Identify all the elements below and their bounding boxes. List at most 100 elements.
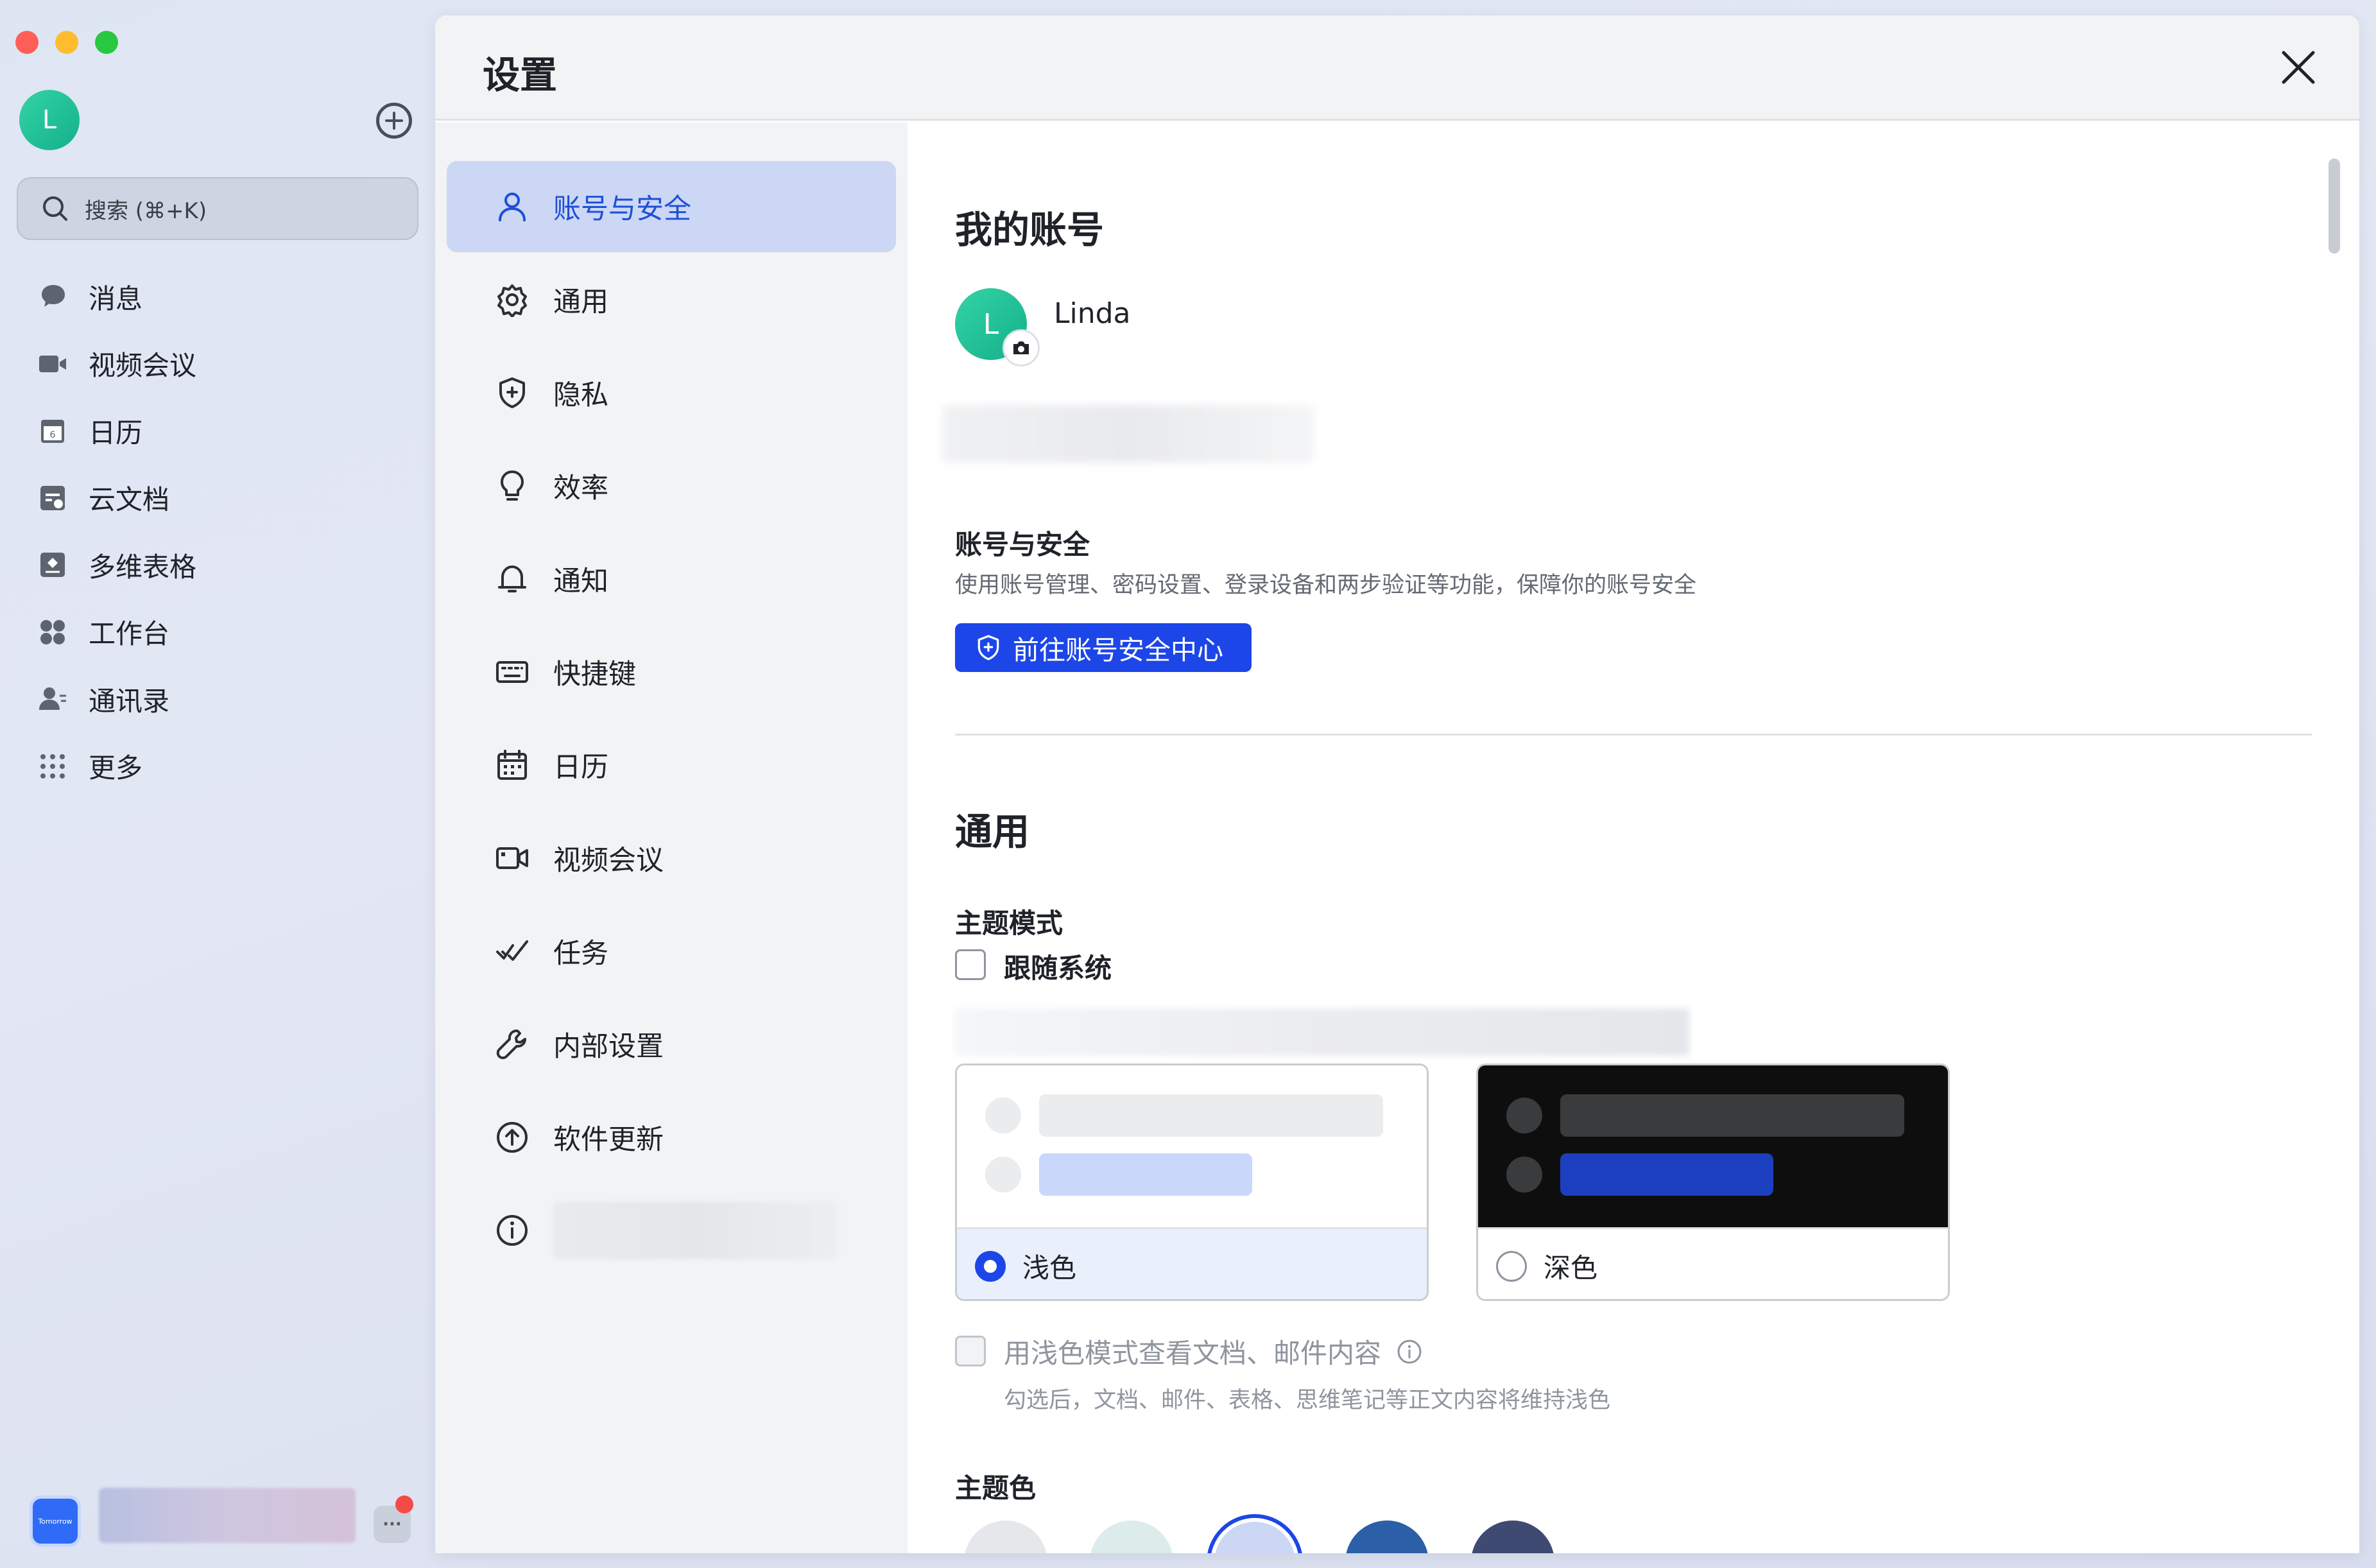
light-docs-checkbox[interactable] [955,1336,986,1366]
follow-system-checkbox[interactable] [955,949,986,980]
window-zoom-button[interactable] [95,31,118,54]
avatar[interactable]: L [19,90,80,150]
sidebar-item-label: 日历 [89,417,143,449]
sidebar-item-label: 多维表格 [89,551,197,583]
preview-bar [1039,1153,1252,1196]
tab-label: 软件更新 [553,1124,664,1156]
sidebar-item-label: 更多 [89,752,143,784]
sidebar-item-contacts[interactable]: 通讯录 [0,666,435,733]
info-icon[interactable] [1397,1339,1422,1365]
dark-theme-radio[interactable] [1496,1250,1527,1282]
tab-video-meeting[interactable]: 视频会议 [447,813,896,904]
theme-color-swatch-selected[interactable] [1207,1514,1303,1553]
light-docs-hint: 勾选后，文档、邮件、表格、思维笔记等正文内容将维持浅色 [1004,1388,1611,1413]
tab-efficiency[interactable]: 效率 [447,440,896,531]
sidebar-item-label: 消息 [89,282,143,314]
tab-general[interactable]: 通用 [447,254,896,345]
window-minimize-button[interactable] [55,31,78,54]
page-title: 设置 [483,53,558,97]
sidebar-item-video-meeting[interactable]: 视频会议 [0,331,435,398]
shield-icon [977,635,999,660]
theme-color-swatch[interactable] [1471,1521,1554,1553]
blurred-content [553,1202,838,1259]
light-docs-option: 用浅色模式查看文档、邮件内容 [1004,1332,1422,1371]
theme-option-dark[interactable]: 深色 [1476,1064,1950,1301]
tab-tasks[interactable]: 任务 [447,906,896,997]
plus-icon [385,112,403,130]
notification-dot [395,1495,413,1513]
theme-color-swatch[interactable] [964,1521,1047,1553]
preview-bar [1560,1153,1773,1196]
chat-bubble-icon [36,280,69,313]
sidebar-item-messages[interactable]: 消息 [0,263,435,331]
camera-icon [1013,341,1029,354]
security-center-label: 前往账号安全中心 [1013,635,1223,666]
theme-footer: 深色 [1478,1227,1948,1299]
tab-privacy[interactable]: 隐私 [447,347,896,438]
search-input[interactable]: 搜索 (⌘+K) [17,177,418,240]
sidebar-item-calendar[interactable]: 6 日历 [0,397,435,465]
video-camera-icon [493,839,531,877]
section-heading-my-account: 我的账号 [955,208,1105,252]
search-placeholder: 搜索 (⌘+K) [85,198,207,224]
info-icon [493,1211,531,1250]
close-icon [2282,51,2315,84]
tab-account-security[interactable]: 账号与安全 [447,161,896,252]
preview-bar [1039,1094,1383,1137]
upload-arrow-icon [493,1118,531,1157]
tab-notifications[interactable]: 通知 [447,533,896,625]
sidebar-item-label: 云文档 [89,484,170,516]
tab-label: 账号与安全 [553,193,691,225]
theme-mode-title: 主题模式 [955,908,1063,939]
theme-color-swatch[interactable] [1345,1521,1429,1553]
sidebar-item-more[interactable]: 更多 [0,733,435,800]
theme-color-swatch[interactable] [1090,1521,1173,1553]
tab-label: 内部设置 [553,1031,664,1063]
theme-color-title: 主题色 [955,1472,1037,1504]
search-icon [43,196,67,221]
sidebar-item-base[interactable]: 多维表格 [0,531,435,599]
calendar-icon [493,746,531,784]
tab-label: 日历 [553,752,608,784]
user-icon [493,187,531,226]
scrollbar[interactable] [2329,159,2340,254]
light-theme-radio[interactable] [975,1250,1006,1282]
shield-icon [493,374,531,412]
wrench-icon [493,1025,531,1064]
tab-about[interactable] [447,1185,896,1276]
video-camera-icon [36,347,69,381]
tab-label: 效率 [553,472,608,504]
tab-shortcuts[interactable]: 快捷键 [447,626,896,718]
theme-option-light[interactable]: 浅色 [955,1064,1429,1301]
blurred-content [942,405,1314,463]
more-grid-icon [36,750,69,783]
svg-text:6: 6 [50,430,56,440]
close-button[interactable] [2277,46,2320,89]
tomorrow-app-badge[interactable]: Tomorrow [30,1495,81,1547]
profile-name: Linda [1054,297,1131,330]
sidebar-bottom-bar: Tomorrow ··· [0,1476,435,1560]
window-close-button[interactable] [15,31,39,54]
security-center-button[interactable]: 前往账号安全中心 [955,623,1252,672]
section-heading-general: 通用 [955,810,1030,854]
tab-calendar[interactable]: 日历 [447,719,896,811]
tab-label: 快捷键 [553,659,636,691]
dialog-header: 设置 [435,15,2359,121]
change-avatar-button[interactable] [1003,329,1040,366]
sidebar-item-label: 通讯录 [89,685,170,717]
sidebar-item-workplace[interactable]: 工作台 [0,599,435,666]
tab-label: 通知 [553,565,608,598]
task-check-icon [493,932,531,970]
follow-system-label: 跟随系统 [1004,952,1112,984]
sidebar-item-label: 工作台 [89,618,170,650]
add-button[interactable] [376,103,412,139]
tab-software-update[interactable]: 软件更新 [447,1092,896,1183]
blurred-content [99,1488,356,1543]
light-docs-label: 用浅色模式查看文档、邮件内容 [1004,1338,1382,1369]
workplace-icon [36,616,69,649]
sidebar-item-label: 视频会议 [89,350,197,382]
calendar-icon: 6 [36,414,69,447]
app-sidebar: L 搜索 (⌘+K) 消息 视频会议 6 日历 云文档 多维表格 工作台 通讯录… [0,0,435,1568]
sidebar-item-cloud-docs[interactable]: 云文档 [0,465,435,532]
tab-internal-settings[interactable]: 内部设置 [447,999,896,1090]
